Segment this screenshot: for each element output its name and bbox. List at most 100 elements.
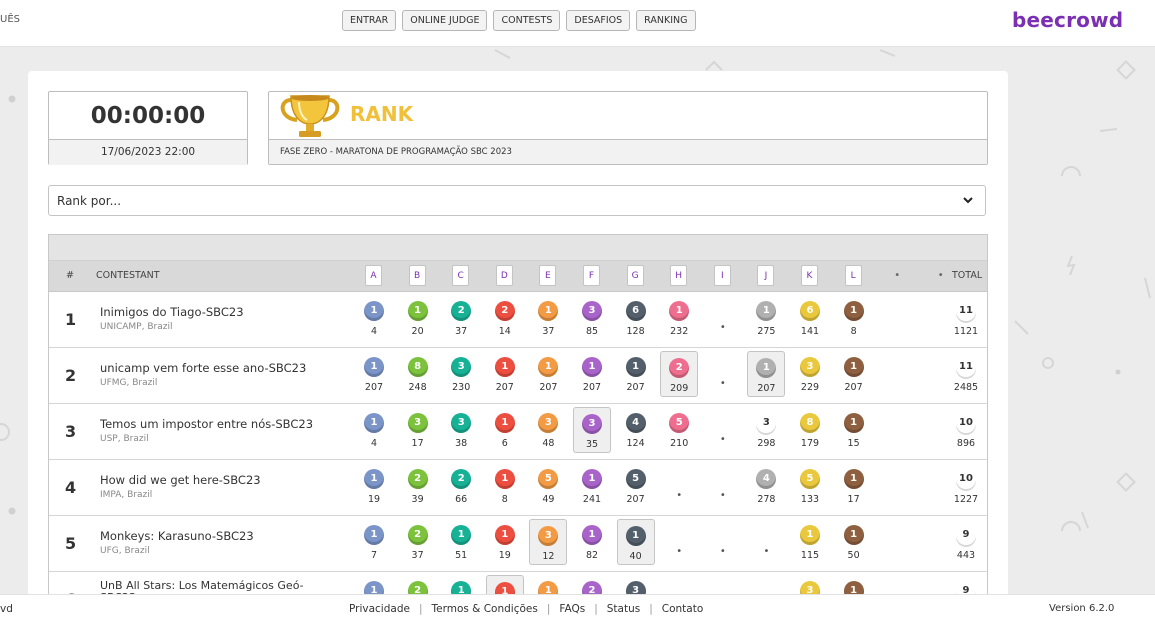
team-name[interactable]: unicamp vem forte esse ano-SBC23 [100,361,306,375]
problem-j-result[interactable]: 1 275 [747,292,785,347]
footer-link-contato[interactable]: Contato [662,603,704,615]
solve-time: 19 [367,494,381,505]
problem-e-result[interactable]: 1 37 [529,292,567,347]
problem-l-result[interactable]: 18 [835,292,873,347]
timer-value: 00:00:00 [90,103,206,129]
problem-d-result[interactable]: 2 14 [486,292,524,347]
problem-e-result[interactable]: 5 49 [529,460,567,515]
problem-l-result[interactable]: 1 15 [835,404,873,459]
nav-ranking-button[interactable]: RANKING [636,10,696,31]
problem-l-header[interactable]: L [844,265,862,286]
attempts-badge: 3 [582,301,602,321]
problem-j-result[interactable]: • [747,516,785,571]
problem-k-result[interactable]: 5 133 [791,460,829,515]
problem-g-result[interactable]: 1 40 [616,519,655,565]
team-name[interactable]: Temos um impostor entre nós-SBC23 [100,417,313,431]
problem-e-result[interactable]: 3 12 [529,519,568,565]
problem-f-result[interactable]: 3 85 [573,292,611,347]
problem-c-result[interactable]: 2 66 [442,460,480,515]
nav-online-judge-button[interactable]: ONLINE JUDGE [402,10,488,31]
problem-c-result[interactable]: 3 38 [442,404,480,459]
problem-g-result[interactable]: 4 124 [617,404,655,459]
problem-i-result[interactable]: • [704,516,742,571]
problem-f-result[interactable]: 1 82 [573,516,611,571]
problem-c-result[interactable]: 3 230 [442,348,480,403]
problem-h-result[interactable]: • [660,460,698,515]
problem-k-result[interactable]: 8 179 [791,404,829,459]
problem-b-result[interactable]: 2 37 [399,516,437,571]
problem-a-result[interactable]: 1 207 [355,348,393,403]
attempts-badge: 3 [582,414,602,434]
problem-d-header[interactable]: D [495,265,513,286]
problem-h-header[interactable]: H [670,265,688,286]
problem-j-result[interactable]: 3 298 [747,404,785,459]
footer-link-privacidade[interactable]: Privacidade [349,603,410,615]
solve-time: 207 [626,382,645,393]
problem-l-result[interactable]: 1 50 [835,516,873,571]
problem-f-result[interactable]: 1 241 [573,460,611,515]
problem-f-header[interactable]: F [583,265,600,286]
problem-a-result[interactable]: 14 [355,292,393,347]
problem-i-result[interactable]: • [704,460,742,515]
problem-c-result[interactable]: 1 51 [442,516,480,571]
problem-c-header[interactable]: C [452,265,470,286]
attempts-badge: 4 [756,469,777,489]
problem-d-result[interactable]: 1 19 [486,516,524,571]
problem-a-header[interactable]: A [365,265,382,286]
problem-h-result[interactable]: 5 210 [660,404,698,459]
problem-l-result[interactable]: 1 207 [835,348,873,403]
problem-c-result[interactable]: 2 37 [442,292,480,347]
footer-link-faqs[interactable]: FAQs [559,603,585,615]
problem-k-header[interactable]: K [801,265,818,286]
problem-k-result[interactable]: 3 229 [791,348,829,403]
problem-i-result[interactable]: • [704,404,742,459]
problem-g-result[interactable]: 6 128 [617,292,655,347]
problem-f-result[interactable]: 1 207 [573,348,611,403]
rank-by-select[interactable]: Rank por... [48,185,986,216]
nav-entrar-button[interactable]: ENTRAR [342,10,397,31]
beecrowd-logo[interactable]: beecrowd [1012,8,1123,32]
team-name[interactable]: Inimigos do Tiago-SBC23 [100,305,244,319]
attempts-badge: 2 [407,469,428,489]
footer-link-termos[interactable]: Termos & Condições [432,603,538,615]
nav-desafios-button[interactable]: DESAFIOS [566,10,631,31]
problem-b-header[interactable]: B [408,265,426,286]
problem-j-result[interactable]: 4 278 [747,460,785,515]
problem-h-result[interactable]: • [660,516,698,571]
team-institution: UFG, Brazil [100,546,150,556]
problem-a-result[interactable]: 1 19 [355,460,393,515]
problem-l-result[interactable]: 1 17 [835,460,873,515]
problem-e-header[interactable]: E [539,265,557,286]
problem-h-result[interactable]: 1 232 [660,292,698,347]
language-selector[interactable]: UÊS [0,14,20,25]
problem-b-result[interactable]: 3 17 [399,404,437,459]
problem-g-result[interactable]: 1 207 [617,348,655,403]
footer-link-status[interactable]: Status [607,603,640,615]
problem-g-result[interactable]: 5 207 [617,460,655,515]
nav-contests-button[interactable]: CONTESTS [493,10,561,31]
problem-i-result[interactable]: • [704,348,742,403]
problem-i-header[interactable]: I [713,265,731,286]
team-name[interactable]: Monkeys: Karasuno-SBC23 [100,529,254,543]
problem-b-result[interactable]: 8 248 [399,348,437,403]
problem-h-result[interactable]: 2 209 [660,351,699,397]
problem-d-result[interactable]: 16 [486,404,524,459]
problem-d-result[interactable]: 18 [486,460,524,515]
problem-e-result[interactable]: 3 48 [529,404,567,459]
solved-count: 11 [956,357,976,377]
problem-b-result[interactable]: 1 20 [399,292,437,347]
problem-k-result[interactable]: 1 115 [791,516,829,571]
problem-b-result[interactable]: 2 39 [399,460,437,515]
problem-g-header[interactable]: G [626,265,644,286]
problem-i-result[interactable]: • [704,292,742,347]
problem-k-result[interactable]: 6 141 [791,292,829,347]
problem-j-header[interactable]: J [757,265,775,286]
team-name[interactable]: How did we get here-SBC23 [100,473,261,487]
problem-d-result[interactable]: 1 207 [486,348,524,403]
problem-e-result[interactable]: 1 207 [529,348,567,403]
solve-time: 17 [411,438,424,449]
problem-j-result[interactable]: 1 207 [747,351,786,397]
problem-a-result[interactable]: 17 [355,516,393,571]
problem-a-result[interactable]: 14 [355,404,393,459]
problem-f-result[interactable]: 3 35 [573,407,611,453]
